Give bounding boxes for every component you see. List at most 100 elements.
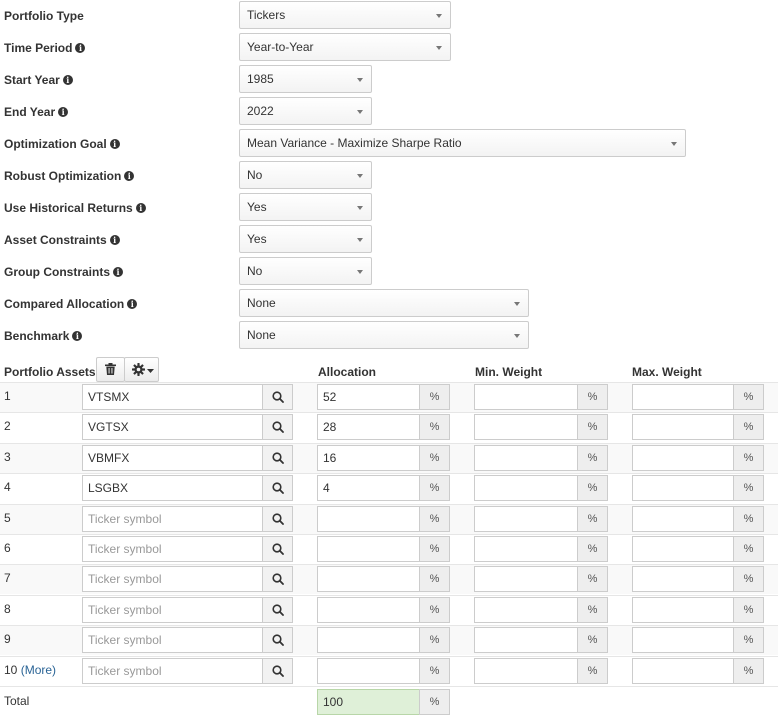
info-icon[interactable]: i [75,43,86,53]
info-icon[interactable]: i [62,75,73,85]
ticker-search-button[interactable] [262,566,293,593]
allocation-input[interactable] [317,596,420,623]
row-number: 1 [4,389,11,403]
percent-addon: % [733,657,764,684]
ticker-input[interactable] [82,414,263,441]
max-weight-input[interactable] [632,444,734,471]
info-icon[interactable]: i [135,203,146,213]
max-weight-input[interactable] [632,505,734,532]
ticker-search-button[interactable] [262,596,293,623]
allocation-input[interactable] [317,475,420,502]
portfolio-type-label: Portfolio Type [4,9,84,23]
max-weight-input[interactable] [632,596,734,623]
min-weight-input[interactable] [474,475,578,502]
label-text: End Year [4,105,56,119]
ticker-input[interactable] [82,384,263,410]
end-year-select[interactable]: 2022 [239,97,372,125]
max-weight-input[interactable] [632,627,734,654]
min-weight-input[interactable] [474,414,578,441]
ticker-search-button[interactable] [262,475,293,502]
min-weight-input[interactable] [474,444,578,471]
info-icon[interactable]: i [109,235,120,245]
allocation-input[interactable] [317,505,420,532]
chevron-down-icon [357,270,363,274]
info-icon[interactable]: i [72,331,83,341]
ticker-input[interactable] [82,596,263,623]
group-constraints-select[interactable]: No [239,257,372,285]
allocation-input[interactable] [317,566,420,593]
label-text: Asset Constraints [4,233,107,247]
ticker-input[interactable] [82,475,263,502]
max-weight-input[interactable] [632,414,734,441]
asset-constraints-select[interactable]: Yes [239,225,372,253]
max-weight-input[interactable] [632,566,734,593]
start-year-select[interactable]: 1985 [239,65,372,93]
asset-options-dropdown-button[interactable] [124,357,159,382]
percent-addon: % [419,596,450,623]
benchmark-label: Benchmark i [4,329,83,343]
max-weight-input[interactable] [632,384,734,410]
ticker-search-button[interactable] [262,536,293,562]
ticker-input[interactable] [82,657,263,684]
percent-addon: % [733,414,764,441]
use-historical-returns-select[interactable]: Yes [239,193,372,221]
ticker-search-button[interactable] [262,657,293,684]
row-number: 5 [4,511,11,525]
percent-addon: % [733,475,764,502]
ticker-search-button[interactable] [262,414,293,441]
allocation-input[interactable] [317,657,420,684]
chevron-down-icon [436,46,442,50]
allocation-input[interactable] [317,627,420,654]
min-weight-input[interactable] [474,596,578,623]
allocation-input[interactable] [317,414,420,441]
percent-addon: % [733,566,764,593]
percent-addon: % [577,444,608,471]
min-weight-input[interactable] [474,536,578,562]
end-year-label: End Year i [4,105,69,119]
chevron-down-icon [357,110,363,114]
benchmark-select[interactable]: None [239,321,529,349]
percent-addon: % [577,566,608,593]
min-weight-input[interactable] [474,657,578,684]
compared-allocation-select[interactable]: None [239,289,529,317]
ticker-search-button[interactable] [262,505,293,532]
percent-addon: % [733,444,764,471]
total-percent-addon: % [419,689,450,715]
row-number: 3 [4,450,11,464]
clear-assets-button[interactable] [96,357,125,382]
info-icon[interactable]: i [127,299,138,309]
setting-row-use-historical-returns: Use Historical Returns i Yes [0,192,778,224]
ticker-input[interactable] [82,627,263,654]
info-icon[interactable]: i [113,267,124,277]
more-rows-link[interactable]: (More) [21,663,56,677]
max-weight-input[interactable] [632,657,734,684]
ticker-search-button[interactable] [262,444,293,471]
caret-down-icon [147,369,154,373]
ticker-search-button[interactable] [262,384,293,410]
min-weight-input[interactable] [474,566,578,593]
optimization-goal-select[interactable]: Mean Variance - Maximize Sharpe Ratio [239,129,686,157]
chevron-down-icon [357,78,363,82]
info-icon[interactable]: i [124,171,135,181]
min-weight-input[interactable] [474,384,578,410]
allocation-input[interactable] [317,444,420,471]
ticker-input[interactable] [82,536,263,562]
min-weight-input[interactable] [474,505,578,532]
time-period-select[interactable]: Year-to-Year [239,33,451,61]
ticker-input[interactable] [82,566,263,593]
ticker-search-button[interactable] [262,627,293,654]
ticker-input[interactable] [82,444,263,471]
info-icon[interactable]: i [109,139,120,149]
max-weight-input[interactable] [632,475,734,502]
max-weight-input[interactable] [632,536,734,562]
robust-optimization-select[interactable]: No [239,161,372,189]
allocation-input[interactable] [317,536,420,562]
row-number-text: 5 [4,510,11,525]
selected-value: Yes [247,232,267,246]
min-weight-input[interactable] [474,627,578,654]
allocation-input[interactable] [317,384,420,410]
portfolio-type-select[interactable]: Tickers [239,1,451,29]
selected-value: None [247,296,276,310]
info-icon[interactable]: i [58,107,69,117]
ticker-input[interactable] [82,505,263,532]
